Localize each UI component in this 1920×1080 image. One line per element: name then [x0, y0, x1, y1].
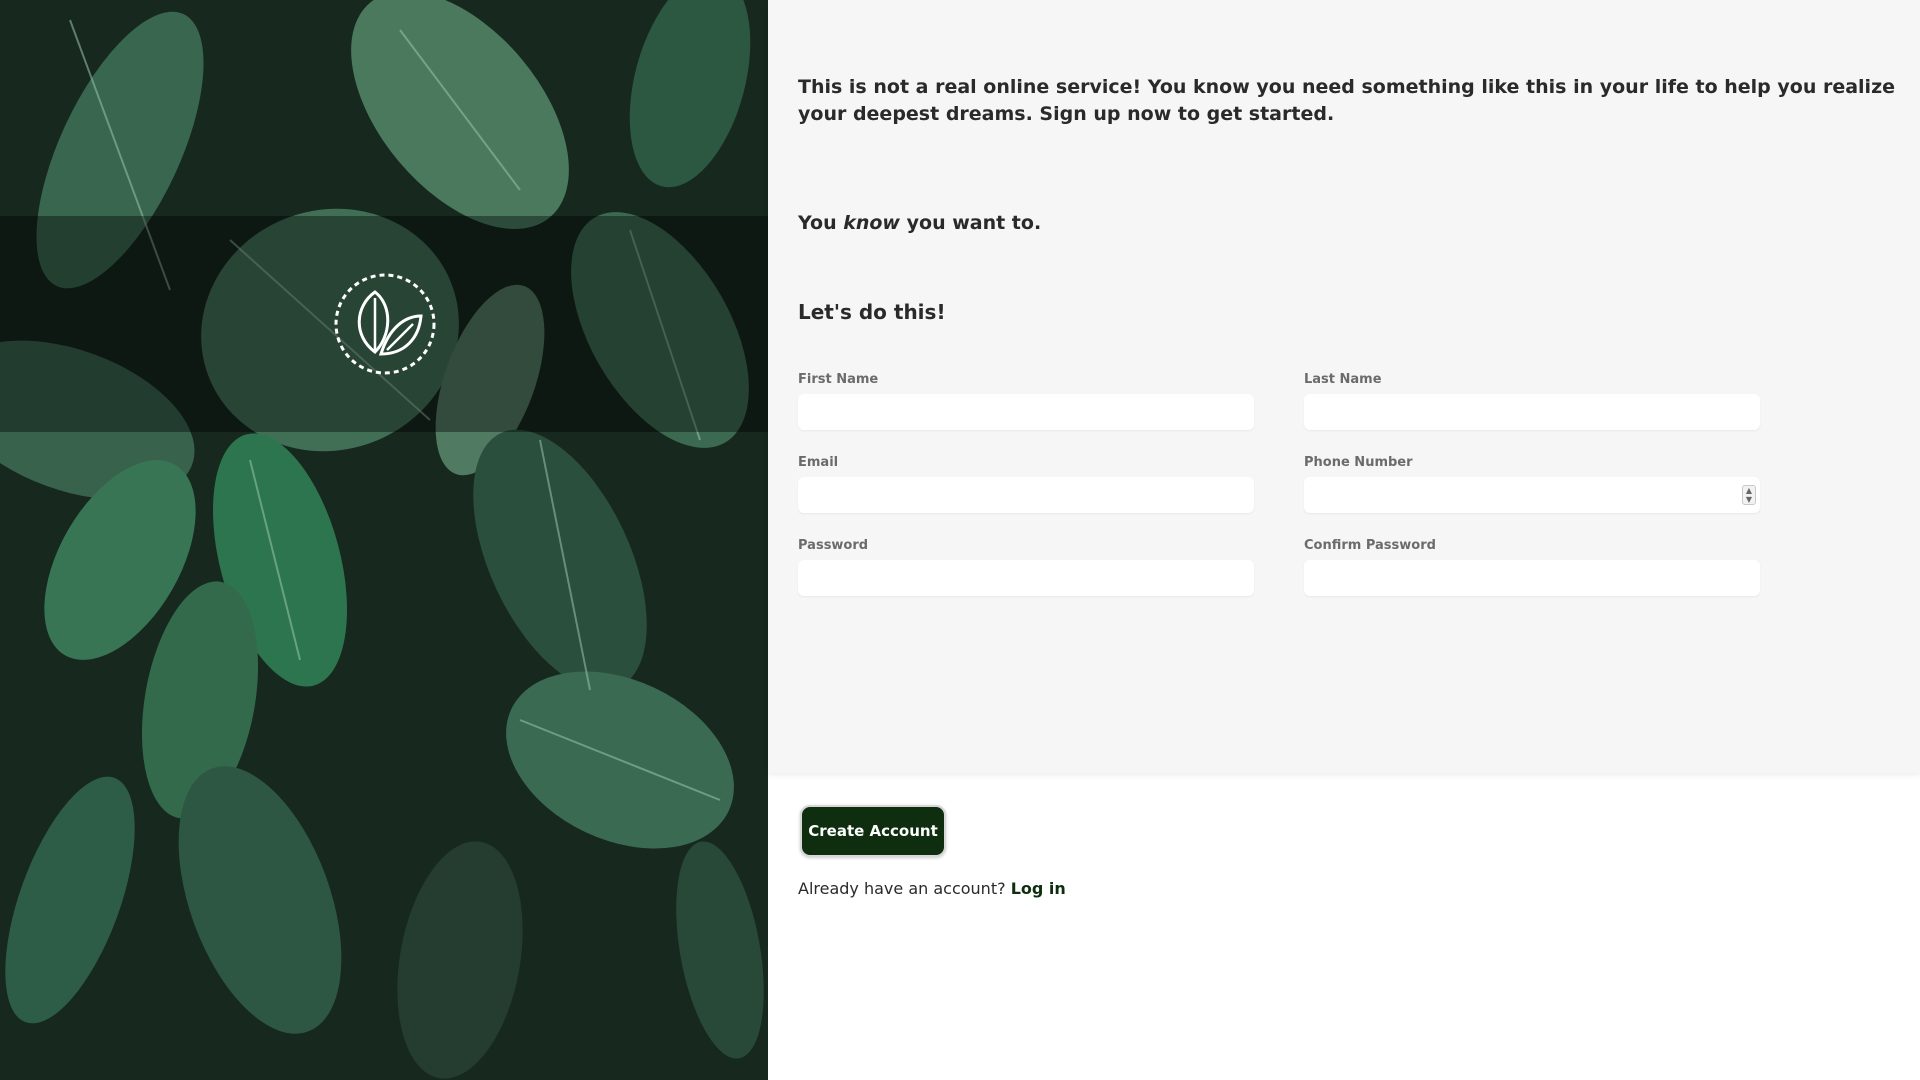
phone-label: Phone Number	[1304, 455, 1413, 470]
leaf-circle-logo-icon	[334, 273, 436, 375]
phone-input[interactable]	[1304, 477, 1760, 513]
confirm-password-group: Confirm Password	[1304, 538, 1760, 596]
confirm-password-input[interactable]	[1304, 560, 1760, 596]
last-name-input[interactable]	[1304, 394, 1760, 430]
password-label: Password	[798, 538, 869, 553]
login-link[interactable]: Log in	[1011, 879, 1066, 898]
tagline-suffix: you want to.	[906, 212, 1042, 234]
tagline-prefix: You	[798, 212, 837, 234]
login-prompt-text: Already have an account?	[798, 879, 1006, 898]
email-input[interactable]	[798, 477, 1254, 513]
login-prompt: Already have an account? Log in	[798, 879, 1066, 898]
tagline: You know you want to.	[798, 212, 1041, 234]
last-name-label: Last Name	[1304, 372, 1382, 387]
intro-text: This is not a real online service! You k…	[798, 76, 1896, 125]
first-name-label: First Name	[798, 372, 879, 387]
confirm-password-label: Confirm Password	[1304, 538, 1436, 553]
number-spinner[interactable]: ▲ ▼	[1742, 485, 1756, 505]
create-account-button[interactable]: Create Account	[800, 805, 946, 857]
tagline-emphasis: know	[843, 212, 900, 234]
password-group: Password	[798, 538, 1254, 596]
form-heading: Let's do this!	[798, 300, 946, 324]
email-label: Email	[798, 455, 839, 470]
last-name-group: Last Name	[1304, 372, 1760, 430]
hero-panel	[0, 0, 768, 1080]
first-name-group: First Name	[798, 372, 1254, 430]
leaves-background-image	[0, 0, 768, 1080]
spinner-up-icon[interactable]: ▲	[1743, 486, 1755, 495]
signup-panel: This is not a real online service! You k…	[768, 0, 1920, 1080]
signup-form-section: This is not a real online service! You k…	[768, 0, 1920, 773]
email-group: Email	[798, 455, 1254, 513]
first-name-input[interactable]	[798, 394, 1254, 430]
phone-group: Phone Number ▲ ▼	[1304, 455, 1760, 513]
spinner-down-icon[interactable]: ▼	[1743, 495, 1755, 504]
password-input[interactable]	[798, 560, 1254, 596]
